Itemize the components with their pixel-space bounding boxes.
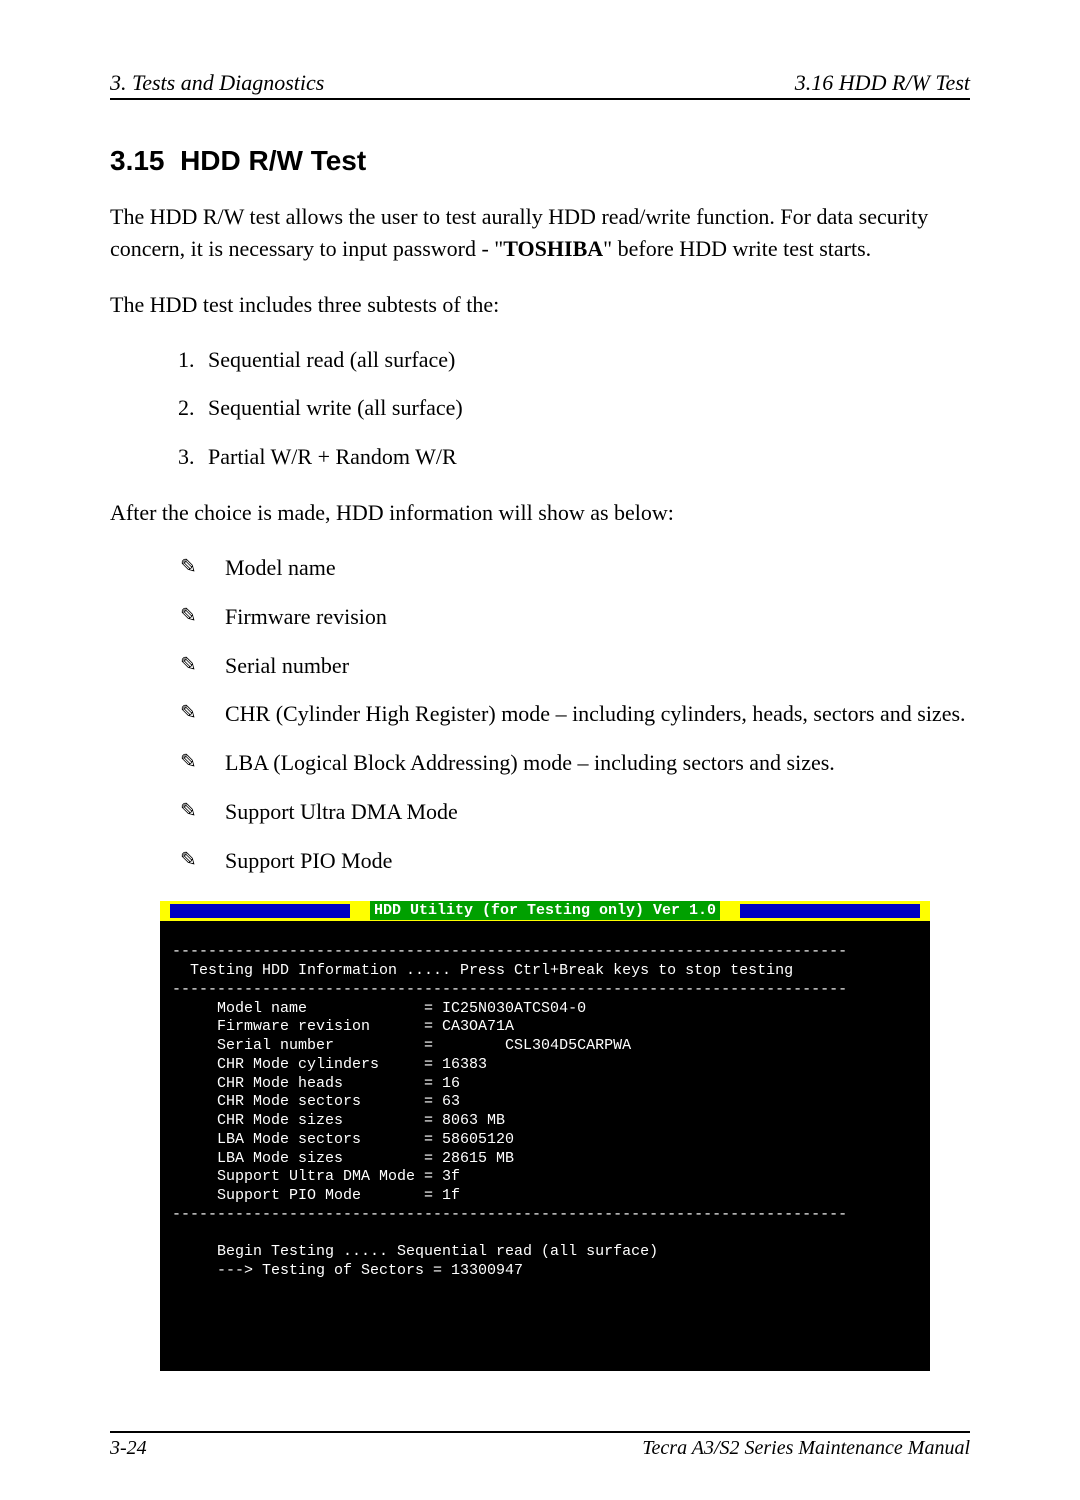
para1-b: " before HDD write test starts. (603, 236, 871, 261)
paragraph-intro: The HDD R/W test allows the user to test… (110, 201, 970, 265)
footer-right: Tecra A3/S2 Series Maintenance Manual (642, 1437, 970, 1460)
page-header: 3. Tests and Diagnostics 3.16 HDD R/W Te… (110, 70, 970, 100)
numbered-list: Sequential read (all surface) Sequential… (110, 345, 970, 473)
paragraph-subtests: The HDD test includes three subtests of … (110, 289, 970, 321)
console-body: ----------------------------------------… (160, 921, 930, 1281)
list-item: CHR (Cylinder High Register) mode – incl… (180, 699, 970, 730)
section-heading: 3.15 HDD R/W Test (110, 145, 970, 177)
list-item: Model name (180, 553, 970, 584)
section-number: 3.15 (110, 145, 165, 176)
header-left: 3. Tests and Diagnostics (110, 70, 324, 96)
list-item: LBA (Logical Block Addressing) mode – in… (180, 748, 970, 779)
console-titlebar: HDD Utility (for Testing only) Ver 1.0 (160, 901, 930, 921)
list-item: Firmware revision (180, 602, 970, 633)
list-item: Sequential read (all surface) (200, 345, 970, 376)
console-title: HDD Utility (for Testing only) Ver 1.0 (370, 901, 720, 920)
page-footer: 3-24 Tecra A3/S2 Series Maintenance Manu… (110, 1431, 970, 1460)
titlebar-blue-left (170, 904, 350, 918)
list-item: Partial W/R + Random W/R (200, 442, 970, 473)
console-screenshot: HDD Utility (for Testing only) Ver 1.0 -… (160, 901, 930, 1371)
document-page: 3. Tests and Diagnostics 3.16 HDD R/W Te… (0, 0, 1080, 1500)
list-item: Sequential write (all surface) (200, 393, 970, 424)
list-item: Serial number (180, 651, 970, 682)
list-item: Support Ultra DMA Mode (180, 797, 970, 828)
para1-bold: TOSHIBA (503, 236, 603, 261)
titlebar-blue-right (740, 904, 920, 918)
bullet-list: Model name Firmware revision Serial numb… (110, 553, 970, 877)
paragraph-info: After the choice is made, HDD informatio… (110, 497, 970, 529)
list-item: Support PIO Mode (180, 846, 970, 877)
header-right: 3.16 HDD R/W Test (795, 70, 970, 96)
section-title-text: HDD R/W Test (180, 145, 366, 176)
footer-left: 3-24 (110, 1437, 147, 1460)
